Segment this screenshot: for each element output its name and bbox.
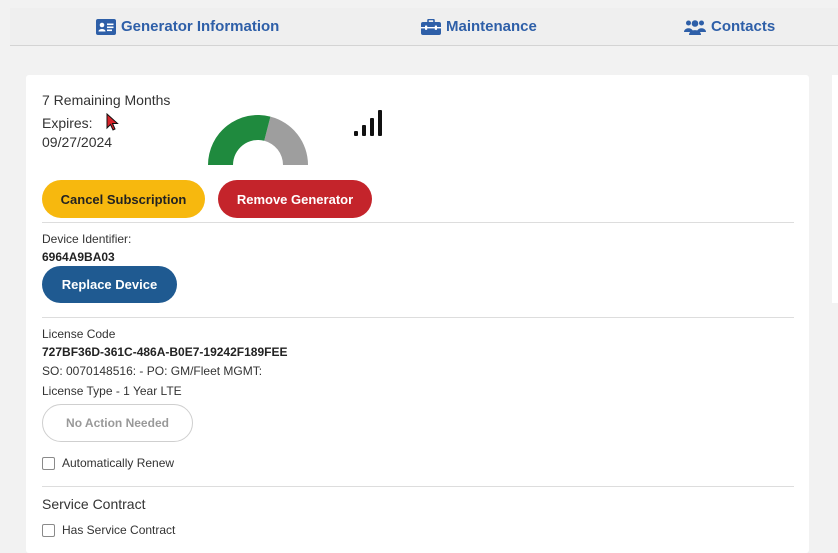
no-action-needed-button[interactable]: No Action Needed [42,404,193,442]
generator-info-card: 7 Remaining Months Expires: 09/27/2024 C… [26,75,809,553]
divider [42,317,794,318]
tab-label: Maintenance [446,18,537,35]
cancel-subscription-button[interactable]: Cancel Subscription [42,180,205,218]
adjacent-panel-edge [832,75,838,303]
device-identifier-label: Device Identifier: [42,232,132,246]
signal-bar [362,125,366,136]
gauge-remaining-arc [264,116,308,165]
license-code-value: 727BF36D-361C-486A-B0E7-19242F189FEE [42,345,288,359]
signal-bar [378,110,382,136]
has-service-contract-checkbox[interactable] [42,523,55,537]
tab-label: Contacts [711,18,776,35]
license-type: License Type - 1 Year LTE [42,384,182,398]
automatically-renew-checkbox[interactable] [42,456,55,470]
has-service-contract-checkbox-row[interactable]: Has Service Contract [42,523,175,537]
replace-device-button[interactable]: Replace Device [42,266,177,303]
mouse-cursor-icon [106,113,119,131]
remove-generator-button[interactable]: Remove Generator [218,180,372,218]
automatically-renew-checkbox-row[interactable]: Automatically Renew [42,456,174,470]
license-code-label: License Code [42,327,116,341]
gauge-elapsed-arc [208,115,271,165]
divider [42,486,794,487]
remaining-months: 7 Remaining Months [42,92,171,108]
automatically-renew-label: Automatically Renew [62,456,175,470]
signal-bar [354,131,358,136]
service-contract-heading: Service Contract [42,496,146,512]
tab-bar: Generator Information Maintenance Contac… [10,8,838,46]
signal-strength-icon [354,110,382,136]
tab-maintenance[interactable]: Maintenance [421,18,537,35]
tab-generator-information[interactable]: Generator Information [96,18,279,35]
subscription-gauge [208,115,308,165]
expires-date: 09/27/2024 [42,134,113,150]
has-service-contract-label: Has Service Contract [62,523,176,537]
tab-contacts[interactable]: Contacts [684,18,775,35]
so-po-line: SO: 0070148516: - PO: GM/Fleet MGMT: [42,364,263,378]
toolbox-icon [421,18,441,35]
device-identifier-value: 6964A9BA03 [42,250,115,264]
id-card-icon [96,18,116,35]
expires-label: Expires: [42,115,93,131]
users-icon [684,19,706,35]
signal-bar [370,118,374,136]
divider [42,222,794,223]
tab-label: Generator Information [121,18,280,35]
